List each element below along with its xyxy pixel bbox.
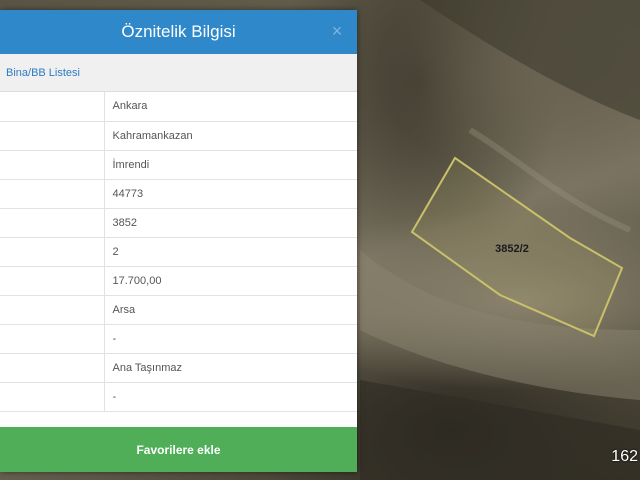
row-value: - (104, 324, 357, 354)
dialog-title: Öznitelik Bilgisi (121, 22, 236, 41)
table-row: Arsa (0, 295, 357, 325)
row-key (0, 121, 105, 151)
row-key (0, 179, 105, 209)
add-to-favorites-button[interactable]: Favorilere ekle (0, 427, 357, 472)
row-key (0, 324, 105, 354)
row-key (0, 92, 105, 122)
attribute-table: Ankara Kahramankazan İmrendi 44773 3852 … (0, 92, 357, 412)
table-row: 17.700,00 (0, 266, 357, 296)
close-icon[interactable]: × (329, 21, 345, 41)
row-value: 44773 (104, 179, 357, 209)
table-row: 44773 (0, 179, 357, 209)
row-value: Kahramankazan (104, 121, 357, 151)
row-value: Ankara (104, 92, 357, 122)
attribute-dialog: Öznitelik Bilgisi × Bina/BB Listesi Anka… (0, 10, 357, 472)
table-row: - (0, 382, 357, 412)
table-row: Ana Taşınmaz (0, 353, 357, 383)
row-key (0, 237, 105, 267)
row-value: Arsa (104, 295, 357, 325)
row-value: 2 (104, 237, 357, 267)
parcel-label: 3852/2 (495, 243, 529, 255)
table-row: İmrendi (0, 150, 357, 180)
row-key (0, 353, 105, 383)
row-value: Ana Taşınmaz (104, 353, 357, 383)
row-key (0, 382, 105, 412)
row-value: - (104, 382, 357, 412)
row-key (0, 208, 105, 238)
table-row: 3852 (0, 208, 357, 238)
map-corner-number: 162 (611, 448, 638, 465)
table-row: Kahramankazan (0, 121, 357, 151)
row-key (0, 295, 105, 325)
row-value: İmrendi (104, 150, 357, 180)
table-row: - (0, 324, 357, 354)
subnav-bar: Bina/BB Listesi (0, 54, 357, 92)
table-row: Ankara (0, 92, 357, 122)
row-key (0, 266, 105, 296)
dialog-header: Öznitelik Bilgisi × (0, 10, 357, 54)
building-list-link[interactable]: Bina/BB Listesi (6, 67, 80, 79)
table-row: 2 (0, 237, 357, 267)
row-value: 3852 (104, 208, 357, 238)
row-key (0, 150, 105, 180)
row-value: 17.700,00 (104, 266, 357, 296)
